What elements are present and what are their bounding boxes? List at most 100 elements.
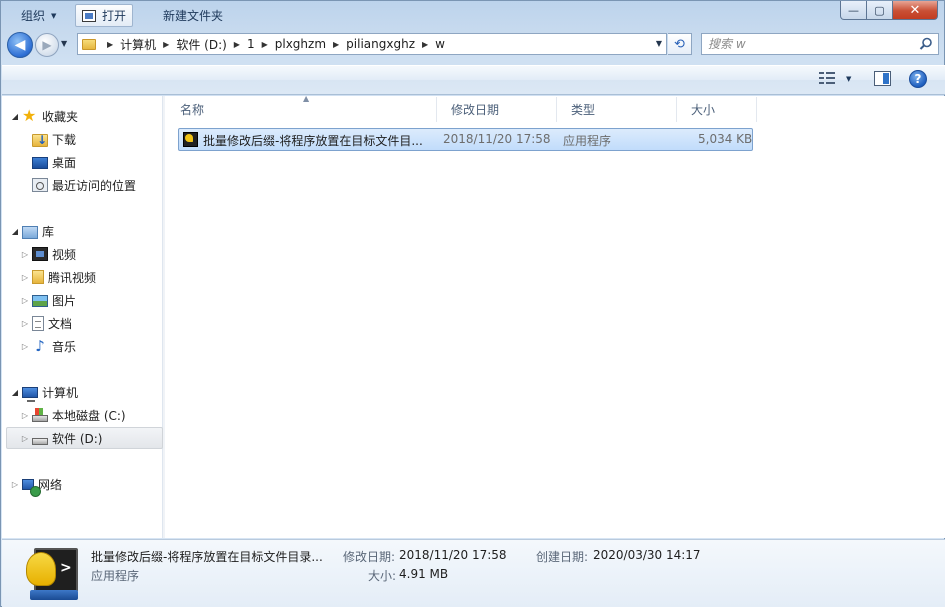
- nav-item-label: 腾讯视频: [48, 270, 97, 285]
- maximize-button[interactable]: ▢: [867, 1, 893, 20]
- nav-item-pictures[interactable]: ▷ 图片: [20, 289, 177, 311]
- details-file-type: 应用程序: [91, 569, 140, 583]
- nav-item-downloads[interactable]: 下载: [20, 128, 177, 150]
- collapsed-triangle-icon[interactable]: ▷: [20, 319, 30, 328]
- caret-down-icon: ▼: [51, 11, 57, 20]
- nav-network-label: 网络: [38, 477, 63, 492]
- breadcrumb-plxghzm[interactable]: plxghzm: [275, 37, 326, 51]
- open-button[interactable]: 打开: [75, 4, 134, 27]
- details-file-name: 批量修改后缀-将程序放置在目标文件目录...: [91, 550, 323, 564]
- details-created-label: 创建日期:: [536, 550, 589, 564]
- nav-item-label: 视频: [52, 247, 77, 262]
- library-icon: [22, 225, 38, 239]
- refresh-button[interactable]: ⟲: [668, 33, 692, 55]
- collapsed-triangle-icon[interactable]: ▷: [20, 342, 30, 351]
- search-box[interactable]: [701, 33, 939, 55]
- desktop-icon: [32, 157, 48, 169]
- nav-libraries[interactable]: ◢ 库: [10, 220, 167, 242]
- details-modified-value: 2018/11/20 17:58: [399, 548, 507, 562]
- collapsed-triangle-icon[interactable]: ▷: [10, 480, 20, 489]
- column-type-label: 类型: [571, 103, 596, 117]
- expand-triangle-icon[interactable]: ◢: [10, 227, 20, 236]
- change-view-icon[interactable]: [819, 72, 835, 86]
- nav-item-drive-d[interactable]: ▷ 软件 (D:): [6, 427, 163, 449]
- nav-item-label: 最近访问的位置: [52, 178, 137, 193]
- chevron-right-icon[interactable]: ▶: [262, 40, 268, 49]
- breadcrumb-folder-1[interactable]: 1: [247, 37, 255, 51]
- file-row[interactable]: 批量修改后缀-将程序放置在目标文件目... 2018/11/20 17:58 应…: [178, 128, 753, 151]
- recent-pages-dropdown[interactable]: ▼: [61, 39, 67, 48]
- pane-splitter[interactable]: [163, 96, 165, 538]
- recent-places-icon: [32, 178, 48, 192]
- nav-item-label: 本地磁盘 (C:): [52, 408, 126, 423]
- collapsed-triangle-icon[interactable]: ▷: [20, 434, 30, 443]
- collapsed-triangle-icon[interactable]: ▷: [20, 296, 30, 305]
- explorer-window: — ▢ ✕ ◀ ▶ ▼ ▶ 计算机 ▶ 软件 (D:) ▶ 1 ▶ plxghz…: [0, 0, 945, 607]
- view-options-dropdown[interactable]: ▼: [846, 75, 851, 83]
- back-button[interactable]: ◀: [7, 32, 33, 58]
- new-folder-button[interactable]: 新建文件夹: [157, 4, 229, 27]
- breadcrumb-piliangxghz[interactable]: piliangxghz: [346, 37, 415, 51]
- minimize-button[interactable]: —: [840, 1, 867, 20]
- nav-item-label: 音乐: [52, 339, 77, 354]
- nav-item-music[interactable]: ▷ ♪ 音乐: [20, 335, 177, 357]
- nav-item-tencent-video[interactable]: ▷ 腾讯视频: [20, 266, 177, 288]
- expand-triangle-icon[interactable]: ◢: [10, 388, 20, 397]
- search-icon[interactable]: [919, 37, 933, 51]
- details-modified-label: 修改日期:: [343, 550, 396, 564]
- search-input[interactable]: [708, 37, 908, 51]
- preview-pane-icon[interactable]: [874, 71, 891, 86]
- chevron-right-icon[interactable]: ▶: [333, 40, 339, 49]
- column-size-label: 大小: [691, 103, 716, 117]
- nav-item-drive-c[interactable]: ▷ 本地磁盘 (C:): [20, 404, 177, 426]
- breadcrumb: ▶ 计算机 ▶ 软件 (D:) ▶ 1 ▶ plxghzm ▶ piliangx…: [100, 36, 445, 53]
- folder-icon: [32, 270, 44, 284]
- nav-item-label: 文档: [48, 316, 73, 331]
- column-header-size[interactable]: 大小: [677, 97, 757, 122]
- column-header-name[interactable]: 名称 ▲: [166, 94, 437, 122]
- network-icon: [22, 478, 41, 497]
- breadcrumb-drive-d[interactable]: 软件 (D:): [176, 36, 226, 53]
- nav-favorites[interactable]: ◢ ★ 收藏夹: [10, 105, 167, 127]
- nav-item-desktop[interactable]: 桌面: [20, 151, 177, 173]
- forward-button[interactable]: ▶: [35, 33, 59, 57]
- chevron-right-icon[interactable]: ▶: [163, 40, 169, 49]
- star-icon: ★: [22, 106, 37, 125]
- close-button[interactable]: ✕: [893, 1, 938, 20]
- file-modified: 2018/11/20 17:58: [443, 132, 551, 146]
- column-modified-label: 修改日期: [451, 103, 500, 117]
- chevron-right-icon[interactable]: ▶: [422, 40, 428, 49]
- nav-item-recent-places[interactable]: 最近访问的位置: [20, 174, 177, 196]
- breadcrumb-computer[interactable]: 计算机: [120, 36, 156, 53]
- nav-computer[interactable]: ◢ 计算机: [10, 381, 167, 403]
- collapsed-triangle-icon[interactable]: ▷: [20, 250, 30, 259]
- nav-computer-label: 计算机: [42, 385, 79, 400]
- column-header-type[interactable]: 类型: [557, 97, 677, 122]
- nav-item-label: 桌面: [52, 155, 77, 170]
- organize-button[interactable]: 组织 ▼: [15, 4, 62, 27]
- breadcrumb-w[interactable]: w: [435, 37, 445, 51]
- details-size-label: 大小:: [368, 569, 397, 583]
- file-type: 应用程序: [563, 134, 612, 148]
- collapsed-triangle-icon[interactable]: ▷: [20, 411, 30, 420]
- address-bar[interactable]: ▶ 计算机 ▶ 软件 (D:) ▶ 1 ▶ plxghzm ▶ piliangx…: [77, 33, 667, 55]
- details-created-value: 2020/03/30 14:17: [593, 548, 701, 562]
- column-header-modified[interactable]: 修改日期: [437, 97, 557, 122]
- windows-drive-icon: [32, 408, 48, 422]
- sort-ascending-icon: ▲: [303, 94, 310, 103]
- nav-item-documents[interactable]: ▷ 文档: [20, 312, 177, 334]
- expand-triangle-icon[interactable]: ◢: [10, 112, 20, 121]
- address-dropdown[interactable]: ▼: [656, 39, 662, 48]
- nav-item-videos[interactable]: ▷ 视频: [20, 243, 177, 265]
- collapsed-triangle-icon[interactable]: ▷: [20, 273, 30, 282]
- navigation-pane[interactable]: ◢ ★ 收藏夹 下载 桌面 最近访问的位置 ◢: [2, 96, 163, 538]
- computer-icon: [22, 387, 38, 402]
- help-icon[interactable]: ?: [909, 70, 927, 88]
- arrow-left-icon: ◀: [14, 37, 26, 53]
- command-bar: [2, 65, 945, 95]
- file-size: 5,034 KB: [698, 132, 753, 146]
- chevron-right-icon[interactable]: ▶: [107, 40, 113, 49]
- chevron-right-icon[interactable]: ▶: [234, 40, 240, 49]
- nav-network[interactable]: ▷ 网络: [10, 473, 167, 497]
- folder-icon: [82, 38, 96, 50]
